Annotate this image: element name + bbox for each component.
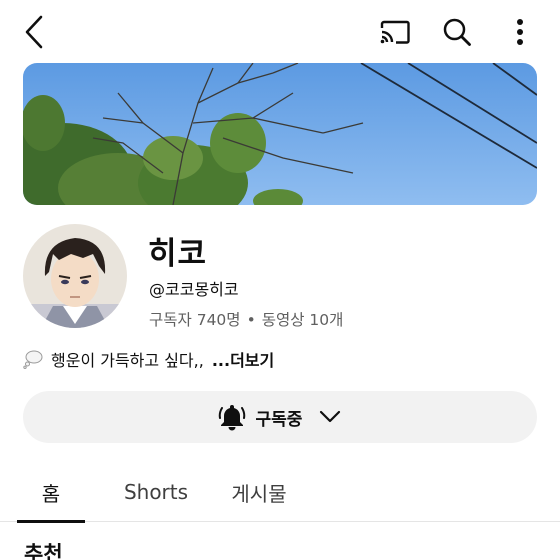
chevron-left-icon [25, 15, 43, 49]
top-app-bar [0, 0, 560, 62]
channel-description[interactable]: 행운이 가득하고 싶다,, ...더보기 [23, 346, 274, 372]
description-more-link[interactable]: ...더보기 [212, 347, 274, 371]
stats-separator: • [246, 311, 256, 329]
more-options-button[interactable] [504, 13, 536, 51]
section-title: 추천 [24, 542, 63, 560]
channel-tabs: 홈 Shorts 게시물 [0, 462, 560, 523]
channel-stats: 구독자 740명 • 동영상 10개 [149, 308, 343, 330]
cast-icon [380, 20, 410, 44]
tab-shorts-label: Shorts [123, 480, 189, 504]
tab-home[interactable]: 홈 [17, 462, 85, 523]
channel-avatar[interactable] [23, 224, 127, 328]
subscriber-count: 구독자 740명 [149, 311, 241, 329]
more-vert-icon [517, 19, 523, 45]
video-count: 동영상 10개 [261, 311, 344, 329]
channel-handle: @코코몽히코 [149, 280, 239, 299]
chevron-down-icon [320, 410, 341, 423]
description-text: 행운이 가득하고 싶다,, [51, 351, 204, 370]
subscribe-button[interactable]: 구독중 [23, 391, 537, 443]
thought-bubble-icon [23, 350, 43, 369]
active-tab-indicator [17, 520, 85, 523]
channel-banner [23, 63, 537, 205]
search-button[interactable] [438, 13, 476, 51]
tab-posts-label: 게시물 [231, 481, 287, 506]
tab-posts[interactable]: 게시물 [218, 462, 300, 522]
bell-icon [218, 405, 245, 431]
search-icon [443, 18, 471, 46]
subscribe-label: 구독중 [255, 409, 303, 430]
cast-button[interactable] [376, 14, 414, 50]
back-button[interactable] [16, 12, 52, 52]
tab-home-label: 홈 [41, 481, 61, 506]
tab-shorts[interactable]: Shorts [112, 462, 200, 522]
channel-name: 히코 [148, 236, 208, 272]
